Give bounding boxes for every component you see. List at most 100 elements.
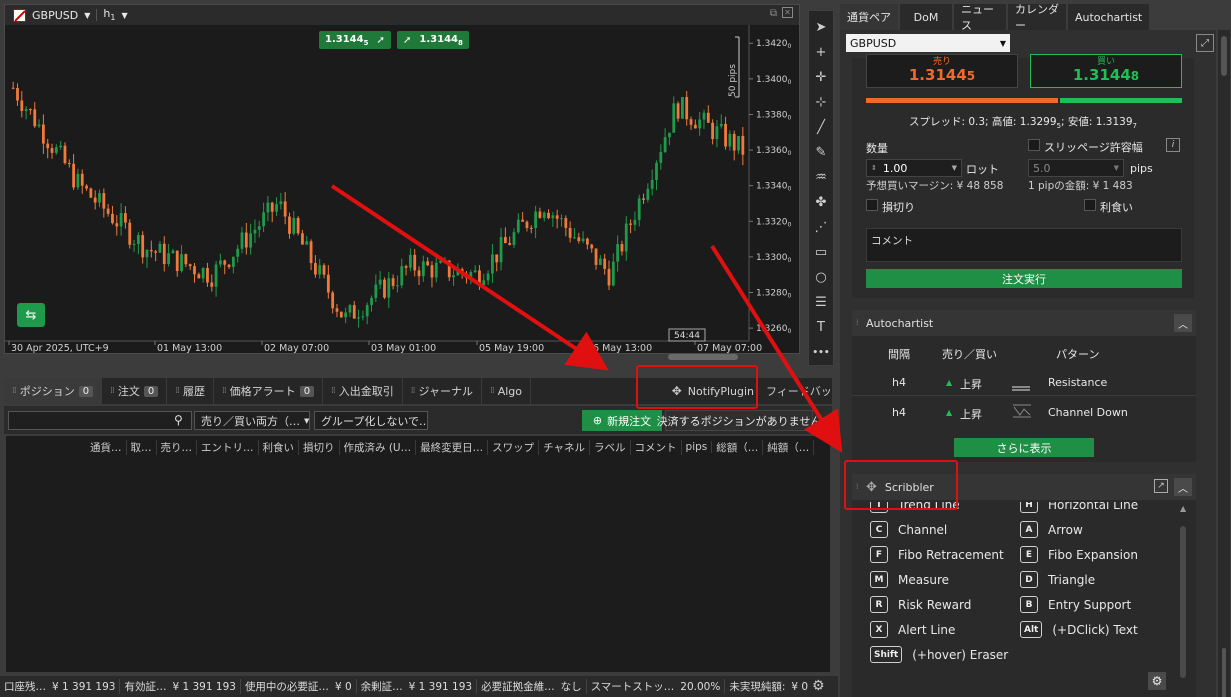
slippage-checkbox[interactable] (1028, 138, 1040, 151)
autochartist-row[interactable]: h4 ▲ 上昇 Resistance (852, 368, 1196, 396)
line-icon[interactable]: ╱ (810, 115, 832, 140)
scribbler-shortcut[interactable]: T Trend Line (870, 502, 960, 513)
scribbler-scrollbar[interactable] (1180, 526, 1186, 678)
collapse-button[interactable]: ︿ (1174, 478, 1192, 496)
pin-icon[interactable]: ✤ (810, 190, 832, 215)
scribbler-shortcut[interactable]: B Entry Support (1020, 596, 1131, 613)
drag-handle-icon[interactable]: ⁞ (856, 318, 859, 327)
text-icon[interactable]: T (810, 315, 832, 340)
collapse-button[interactable]: ︿ (1174, 314, 1192, 332)
tab-algo[interactable]: ⁞⁞ Algo (482, 378, 532, 404)
tab-calendar[interactable]: カレンダー (1008, 3, 1066, 32)
column-header[interactable]: 最終変更日… (416, 439, 489, 455)
chart-symbol[interactable]: GBPUSD (32, 9, 78, 22)
scribbler-shortcut[interactable]: C Channel (870, 521, 947, 538)
scribbler-shortcut[interactable]: M Measure (870, 571, 949, 588)
drag-handle-icon[interactable]: ⁞ (856, 482, 859, 491)
tab-dom[interactable]: DoM (900, 4, 952, 30)
chevron-down-icon[interactable]: ▼ (84, 11, 90, 20)
scribbler-shortcut[interactable]: Alt (+DClick) Text (1020, 621, 1138, 638)
scribbler-shortcut[interactable]: H Horizontal Line (1020, 502, 1138, 513)
tab-positions[interactable]: ⁞⁞ ポジション 0 (4, 378, 103, 404)
positions-table-body (6, 458, 830, 672)
crosshair-icon[interactable]: + (810, 40, 832, 65)
right-panel-scrollbar[interactable] (1218, 30, 1230, 697)
popout-icon[interactable]: ↗ (1154, 479, 1168, 493)
column-header[interactable]: 取… (127, 439, 157, 455)
chart-window[interactable]: GBPUSD ▼ h1 ▼ ⧉ ✕ 1.34200 1.34000 1.33800 1… (4, 4, 800, 354)
pen-icon[interactable]: ✎ (810, 140, 832, 165)
tab-history[interactable]: ⁞⁞ 履歴 (167, 378, 214, 404)
column-header[interactable]: コメント (631, 439, 682, 455)
quantity-stepper[interactable]: ⇕ 1.00 ▼ (866, 159, 962, 177)
takeprofit-checkbox[interactable] (1084, 198, 1096, 211)
chart-timeframe[interactable]: h1 (103, 7, 115, 22)
column-header[interactable]: 総額（… (712, 439, 764, 455)
brush-icon[interactable]: ♒ (810, 165, 832, 190)
rectangle-icon[interactable]: ▭ (810, 240, 832, 265)
column-header[interactable]: 損切り (299, 439, 340, 455)
close-positions-button[interactable]: 決済するポジションがありません (657, 410, 821, 431)
sell-button[interactable]: 売り 1.31445 (866, 54, 1018, 88)
scribbler-shortcut[interactable]: X Alert Line (870, 621, 955, 638)
fib-icon[interactable]: ☰ (810, 290, 832, 315)
popout-icon[interactable]: ⧉ (770, 8, 777, 19)
group-filter-select[interactable]: グループ化しないで…▼ (314, 411, 428, 430)
stoploss-checkbox[interactable] (866, 198, 878, 211)
buy-button[interactable]: 買い 1.31448 (1030, 54, 1182, 88)
autochartist-row[interactable]: h4 ▲ 上昇 Channel Down (852, 398, 1196, 426)
column-header[interactable]: エントリ… (197, 439, 259, 455)
cursor-icon[interactable]: ➤ (810, 15, 832, 40)
tab-price-alerts[interactable]: ⁞⁞ 価格アラート 0 (214, 378, 324, 404)
more-icon[interactable]: ••• (810, 340, 832, 365)
chevron-down-icon[interactable]: ▼ (121, 11, 127, 20)
info-icon[interactable]: i (1166, 138, 1180, 152)
tab-symbols[interactable]: 通貨ペア (840, 4, 898, 30)
slippage-input[interactable]: 5.0 ▼ (1028, 159, 1124, 177)
scribbler-shortcut[interactable]: D Triangle (1020, 571, 1095, 588)
positions-search-input[interactable] (8, 411, 192, 430)
gear-icon[interactable]: ⚙ (812, 678, 825, 694)
column-header[interactable]: 純額（… (763, 439, 815, 455)
scribbler-settings-button[interactable]: ⚙ (1148, 672, 1166, 690)
scribbler-shortcut[interactable]: E Fibo Expansion (1020, 546, 1138, 563)
crosshair3-icon[interactable]: ⊹ (810, 90, 832, 115)
column-header[interactable]: スワップ (488, 439, 540, 455)
column-header[interactable]: 利食い (259, 439, 299, 455)
sell-price-box[interactable]: 1.31445 ➚ (319, 31, 391, 49)
tab-journal[interactable]: ⁞⁞ ジャーナル (403, 378, 482, 404)
show-more-button[interactable]: さらに表示 (954, 438, 1094, 457)
tab-notify-plugin[interactable]: ✥ NotifyPlugin (666, 378, 760, 404)
symbol-select[interactable]: GBPUSD ▼ (846, 34, 1010, 52)
scribbler-shortcut[interactable]: Shift (+hover) Eraser (870, 646, 1008, 663)
buy-price-box[interactable]: ➚ 1.31448 (397, 31, 469, 49)
column-header[interactable]: 通貨… (86, 439, 127, 455)
circle-icon[interactable]: ○ (810, 265, 832, 290)
price-chart[interactable]: 1.34200 1.34000 1.33800 1.33600 1.33400 1.332… (5, 25, 799, 355)
crosshair2-icon[interactable]: ✛ (810, 65, 832, 90)
feedback-button[interactable]: フィードバック▭ (760, 378, 832, 404)
comment-field[interactable]: コメント (866, 228, 1182, 262)
scroll-up-icon[interactable]: ▲ (1180, 504, 1186, 513)
tab-transactions[interactable]: ⁞⁞ 入出金取引 (323, 378, 403, 404)
dots-line-icon[interactable]: ⋰ (810, 215, 832, 240)
candle-body (603, 258, 607, 269)
chart-link-icon[interactable]: ⤢ (1196, 34, 1214, 52)
column-header[interactable]: ラベル (590, 439, 631, 455)
scribbler-shortcut[interactable]: R Risk Reward (870, 596, 971, 613)
tab-orders[interactable]: ⁞⁞ 注文 0 (102, 378, 168, 404)
tab-autochartist[interactable]: Autochartist (1068, 4, 1150, 30)
tab-news[interactable]: ニュース (954, 3, 1006, 32)
scribbler-shortcut[interactable]: F Fibo Retracement (870, 546, 1004, 563)
column-header[interactable]: チャネル (539, 439, 591, 455)
side-filter-select[interactable]: 売り／買い両方（… ▼ (194, 411, 310, 430)
scribbler-shortcut[interactable]: A Arrow (1020, 521, 1083, 538)
column-header[interactable]: 売り… (157, 439, 197, 455)
new-order-button[interactable]: ⊕ 新規注文 (582, 410, 662, 431)
chart-quick-trade-button[interactable]: ⇆ (17, 303, 45, 327)
column-header[interactable]: pips (682, 441, 713, 453)
execute-order-button[interactable]: 注文実行 (866, 269, 1182, 288)
column-header[interactable]: 作成済み (U… (340, 439, 417, 455)
chart-horizontal-scrollbar[interactable] (668, 354, 738, 360)
close-icon[interactable]: ✕ (782, 7, 793, 18)
